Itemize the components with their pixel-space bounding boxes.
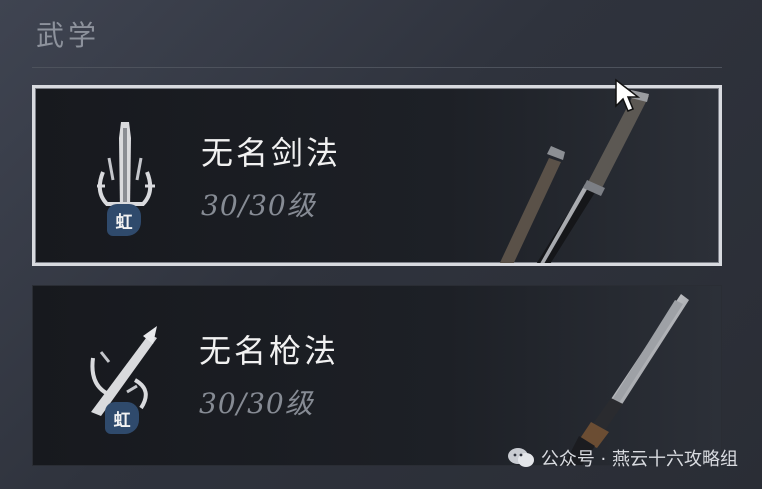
- rarity-badge: 虹: [107, 204, 141, 236]
- spear-emblem-icon: 虹: [83, 316, 163, 438]
- section-divider: [32, 67, 722, 68]
- mouse-cursor-icon: [614, 78, 644, 118]
- martial-art-card-spear[interactable]: 虹 无名枪法 30/30级: [32, 285, 722, 466]
- martial-art-name: 无名剑法: [201, 134, 342, 172]
- martial-art-level: 30/30级: [199, 387, 314, 420]
- martial-art-name: 无名枪法: [199, 332, 340, 370]
- martial-art-level: 30/30级: [201, 189, 316, 222]
- spear-illustration: [491, 286, 721, 465]
- sword-emblem-icon: 虹: [85, 118, 165, 240]
- section-title: 武学: [36, 19, 101, 52]
- watermark-text: 公众号 · 燕云十六攻略组: [540, 449, 738, 470]
- wechat-icon: [507, 448, 534, 467]
- rarity-badge: 虹: [105, 402, 139, 434]
- watermark: 公众号 · 燕云十六攻略组: [507, 445, 738, 471]
- sword-illustration: [489, 88, 719, 263]
